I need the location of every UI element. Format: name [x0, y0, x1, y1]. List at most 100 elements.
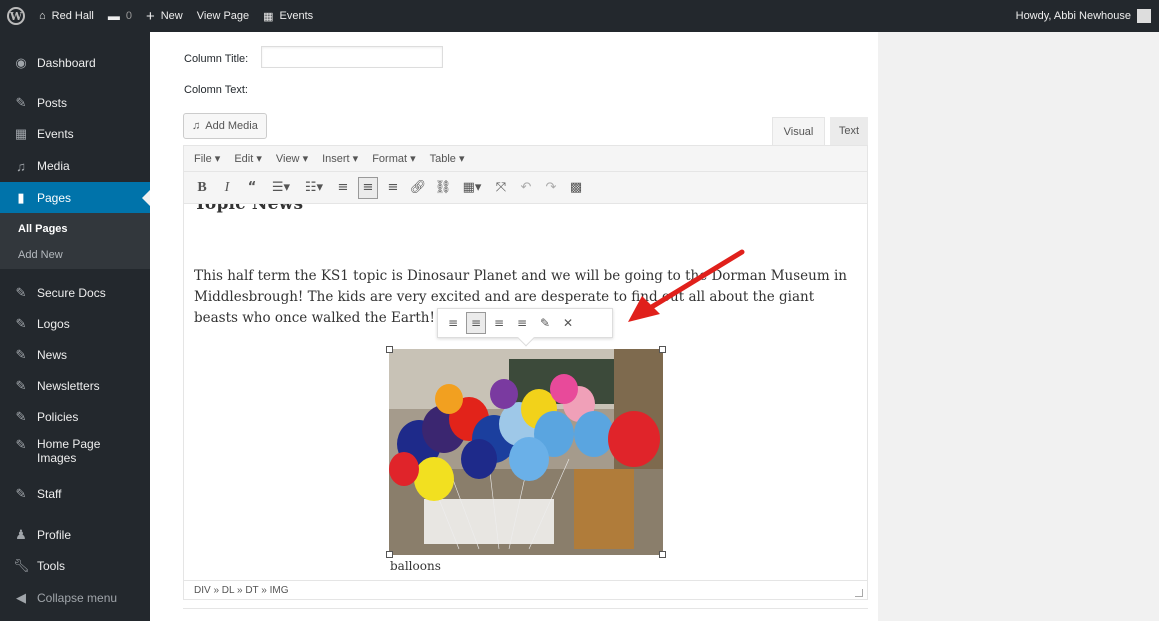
remove-image-icon[interactable]: ✕	[558, 312, 578, 334]
align-left-button[interactable]: ≡	[443, 312, 463, 334]
editor-toolbar: B I “ ☰▾ ☷▾ ≡ ≡ ≡ 🔗︎ ⛓︎ ▦▾ ⤧ ↶ ↷ ▩	[184, 172, 867, 204]
resize-handle[interactable]	[659, 551, 666, 558]
sidebar-item-label: Pages	[37, 190, 72, 205]
column-title-label: Column Title:	[184, 53, 249, 65]
bullet-list-button[interactable]: ☰▾	[267, 177, 295, 199]
site-name-label: Red Hall	[51, 10, 94, 22]
menu-format[interactable]: Format ▾	[372, 152, 415, 165]
sidebar-item-label: Staff	[37, 487, 62, 501]
right-gutter	[878, 32, 1159, 621]
unlink-icon[interactable]: ⛓︎	[433, 177, 453, 199]
add-media-button[interactable]: ♫ Add Media	[183, 113, 267, 139]
sidebar-item-posts[interactable]: ✎ Posts	[0, 90, 150, 116]
edit-pencil-icon[interactable]: ✎	[535, 312, 555, 334]
align-right-button[interactable]: ≡	[383, 177, 403, 199]
column-text-label: Colomn Text:	[184, 84, 248, 96]
sidebar-item-label: Logos	[37, 317, 70, 331]
sidebar-item-policies[interactable]: ✎ Policies	[0, 404, 150, 430]
tab-visual[interactable]: Visual	[772, 117, 825, 145]
editor-resize-handle[interactable]	[855, 589, 863, 597]
editor-content[interactable]: Topic News This half term the KS1 topic …	[184, 204, 867, 580]
sidebar-item-label: Posts	[37, 96, 68, 110]
sidebar-item-label: Secure Docs	[37, 286, 106, 300]
tab-text[interactable]: Text	[830, 117, 868, 145]
annotation-arrow	[628, 249, 745, 322]
numbered-list-button[interactable]: ☷▾	[300, 177, 328, 199]
menu-file[interactable]: File ▾	[194, 152, 220, 165]
resize-handle[interactable]	[386, 551, 393, 558]
menu-edit[interactable]: Edit ▾	[234, 152, 262, 165]
element-path[interactable]: DIV » DL » DT » IMG	[194, 585, 288, 596]
toolbar-toggle-icon[interactable]: ▩	[566, 177, 586, 199]
admin-sidebar: ◉ Dashboard ✎ Posts ▦ Events ♫ Media ▮ P…	[0, 32, 150, 621]
align-center-button[interactable]: ≡	[466, 312, 486, 334]
resize-handle[interactable]	[659, 346, 666, 353]
pin-icon: ✎	[15, 378, 27, 393]
fullscreen-icon[interactable]: ⤧	[491, 177, 511, 199]
resize-handle[interactable]	[386, 346, 393, 353]
comment-icon: ▬	[107, 9, 120, 23]
submenu-all-pages[interactable]: All Pages	[18, 223, 68, 235]
sidebar-item-tools[interactable]: 🔧︎ Tools	[0, 553, 150, 579]
sidebar-item-news[interactable]: ✎ News	[0, 342, 150, 368]
howdy-label: Howdy, Abbi Newhouse	[1015, 10, 1131, 22]
menu-insert[interactable]: Insert ▾	[322, 152, 358, 165]
sidebar-item-label: Media	[37, 159, 70, 173]
media-icon: ♫	[16, 158, 26, 174]
sidebar-item-newsletters[interactable]: ✎ Newsletters	[0, 373, 150, 399]
table-button[interactable]: ▦▾	[458, 177, 486, 199]
events-link[interactable]: ▦ Events	[256, 0, 320, 32]
align-center-button[interactable]: ≡	[358, 176, 378, 199]
sidebar-item-label: Events	[37, 127, 74, 141]
comments-count: 0	[125, 10, 132, 22]
sidebar-item-pages[interactable]: ▮ Pages	[0, 182, 150, 213]
sidebar-item-dashboard[interactable]: ◉ Dashboard	[0, 50, 150, 76]
sidebar-item-secure-docs[interactable]: ✎ Secure Docs	[0, 280, 150, 306]
new-content-link[interactable]: + New	[139, 0, 190, 32]
no-align-button[interactable]: ≡	[512, 312, 532, 334]
sidebar-item-label: Tools	[37, 559, 66, 573]
editor-menubar: File ▾ Edit ▾ View ▾ Insert ▾ Format ▾ T…	[184, 146, 867, 172]
menu-view[interactable]: View ▾	[276, 152, 308, 165]
sidebar-item-events[interactable]: ▦ Events	[0, 121, 150, 147]
menu-table[interactable]: Table ▾	[430, 152, 465, 165]
admin-bar: W ⌂ Red Hall ▬ 0 + New View Page ▦ Event…	[0, 0, 1159, 32]
balloons-image[interactable]	[389, 349, 663, 555]
align-left-button[interactable]: ≡	[333, 177, 353, 199]
sidebar-item-staff[interactable]: ✎ Staff	[0, 481, 150, 507]
sidebar-item-label: Newsletters	[37, 379, 100, 393]
site-name-link[interactable]: ⌂ Red Hall	[32, 0, 101, 32]
redo-icon[interactable]: ↷	[541, 177, 561, 199]
comments-link[interactable]: ▬ 0	[101, 0, 139, 32]
tinymce-editor: File ▾ Edit ▾ View ▾ Insert ▾ Format ▾ T…	[183, 145, 868, 600]
italic-button[interactable]: I	[217, 177, 237, 199]
column-title-input[interactable]	[261, 46, 443, 68]
view-page-label: View Page	[196, 10, 250, 22]
home-icon: ⌂	[39, 10, 46, 22]
bold-button[interactable]: B	[192, 177, 212, 199]
editor-statusbar: DIV » DL » DT » IMG	[184, 580, 867, 600]
wp-logo-menu[interactable]: W	[0, 0, 32, 32]
pin-icon: ✎	[15, 409, 27, 424]
my-account-menu[interactable]: Howdy, Abbi Newhouse	[1009, 0, 1159, 32]
new-label: New	[160, 10, 183, 22]
heading-topic-news: Topic News	[194, 204, 304, 214]
sidebar-item-label: Dashboard	[37, 56, 96, 70]
submenu-add-new[interactable]: Add New	[18, 249, 63, 261]
link-icon[interactable]: 🔗︎	[408, 177, 428, 199]
sidebar-item-home-page-images[interactable]: ✎ Home Page Images	[0, 437, 150, 471]
sidebar-item-label: Home Page Images	[37, 437, 101, 465]
sidebar-item-logos[interactable]: ✎ Logos	[0, 311, 150, 337]
blockquote-button[interactable]: “	[242, 177, 262, 199]
undo-icon[interactable]: ↶	[516, 177, 536, 199]
image-caption[interactable]: balloons	[390, 559, 441, 573]
collapse-menu-button[interactable]: ◀ Collapse menu	[0, 585, 150, 611]
sidebar-item-media[interactable]: ♫ Media	[0, 153, 150, 179]
view-page-link[interactable]: View Page	[190, 0, 256, 32]
pin-icon: ✎	[15, 95, 27, 110]
sidebar-item-profile[interactable]: ♟ Profile	[0, 522, 150, 548]
pin-icon: ✎	[15, 486, 27, 501]
align-right-button[interactable]: ≡	[489, 312, 509, 334]
sidebar-item-label: Collapse menu	[37, 591, 118, 605]
dashboard-icon: ◉	[15, 55, 27, 70]
